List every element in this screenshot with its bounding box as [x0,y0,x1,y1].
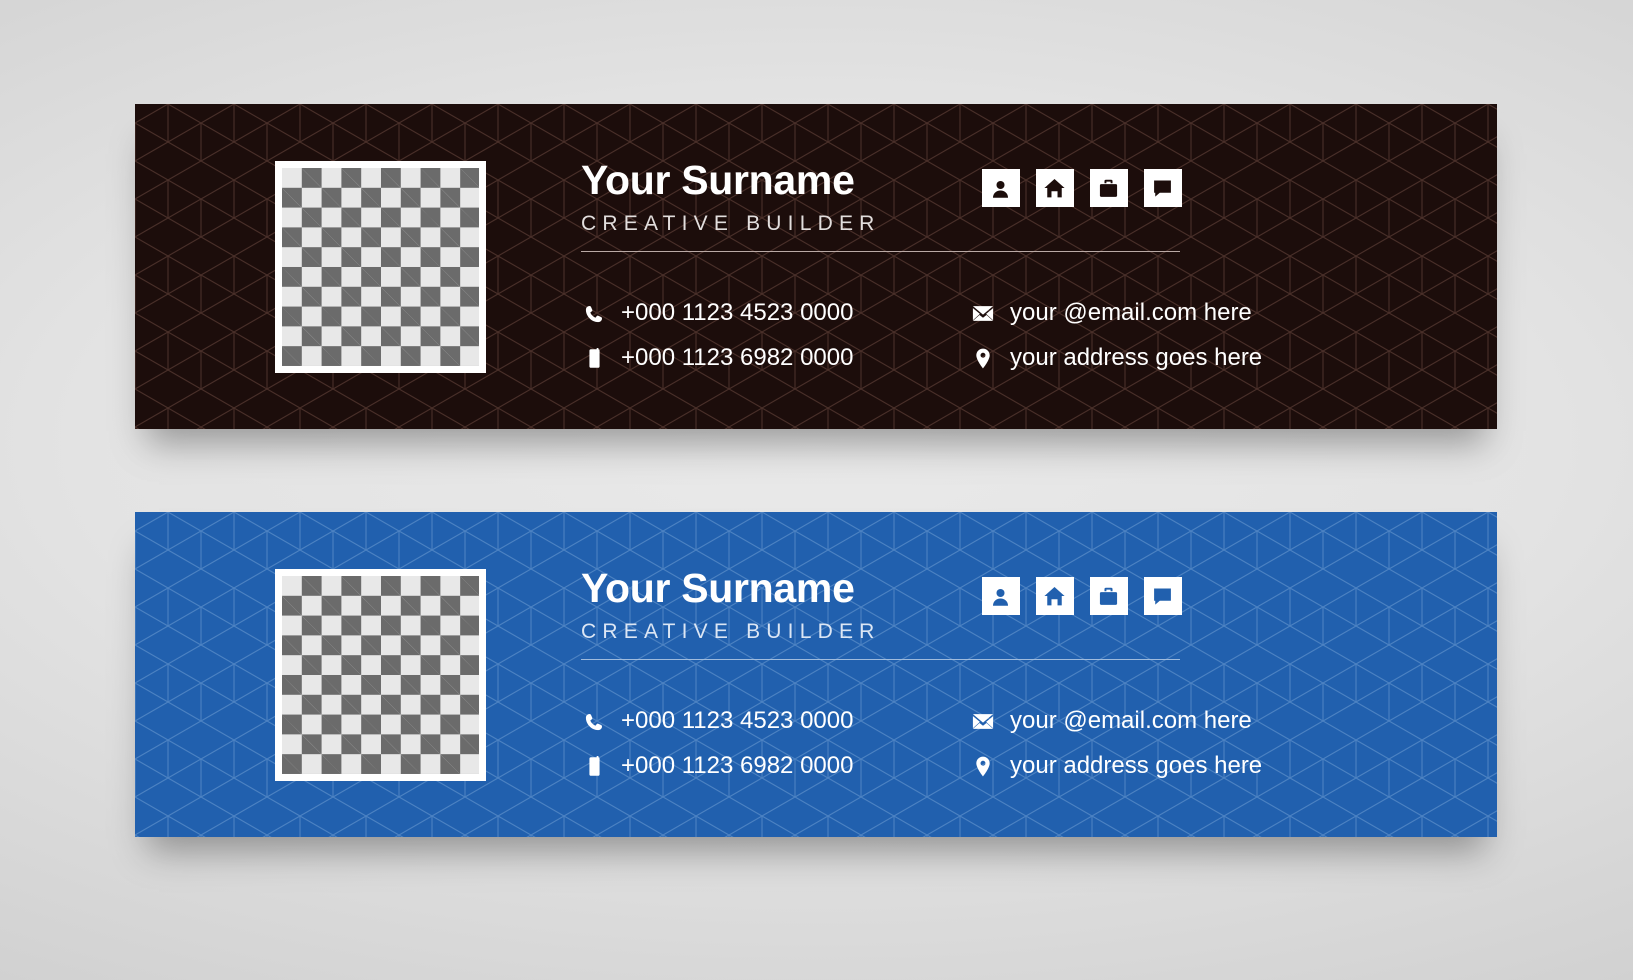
profile-photo-placeholder[interactable] [275,568,486,781]
phone-number-text: +000 1123 4523 0000 [621,299,854,327]
contact-row-mobile[interactable]: +000 1123 6982 0000 [581,752,970,781]
email-text: your @email.com here [1010,299,1252,327]
social-icon-group [981,577,1182,616]
envelope-icon [970,713,996,730]
phone-icon [581,304,607,324]
social-link-home[interactable] [1035,169,1074,208]
home-icon [1043,585,1066,607]
mobile-number-text: +000 1123 6982 0000 [621,752,854,779]
mobile-number-text: +000 1123 6982 0000 [621,344,854,371]
person-icon [990,178,1011,199]
surname-text: Your Surname [581,565,855,612]
home-icon [1043,177,1066,199]
social-icon-group [981,169,1182,208]
social-link-briefcase[interactable] [1089,577,1128,616]
social-link-person[interactable] [981,169,1020,208]
location-pin-icon [970,348,996,369]
social-link-chat[interactable] [1143,169,1182,208]
email-signature-banner-dark[interactable]: Your Surname CREATIVE BUILDER +000 1123 … [135,104,1497,429]
contact-row-address[interactable]: your address goes here [970,752,1397,781]
contact-details: +000 1123 4523 0000 +000 1123 6982 0000 [581,707,1397,781]
social-link-briefcase[interactable] [1089,169,1128,208]
contact-details: +000 1123 4523 0000 +000 1123 6982 0000 [581,299,1397,373]
email-text: your @email.com here [1010,707,1252,735]
briefcase-icon [1098,586,1119,607]
phone-icon [581,712,607,732]
design-canvas: Your Surname CREATIVE BUILDER +000 1123 … [0,0,1633,980]
envelope-icon [970,305,996,322]
surname-text: Your Surname [581,157,855,204]
address-text: your address goes here [1010,752,1263,779]
contact-row-mobile[interactable]: +000 1123 6982 0000 [581,344,970,373]
email-signature-banner-blue[interactable]: Your Surname CREATIVE BUILDER +000 1123 … [135,512,1497,837]
mobile-icon [581,755,607,777]
contact-row-phone[interactable]: +000 1123 4523 0000 [581,707,970,736]
contact-row-email[interactable]: your @email.com here [970,299,1397,328]
briefcase-icon [1098,178,1119,199]
contact-row-phone[interactable]: +000 1123 4523 0000 [581,299,970,328]
identity-block: Your Surname CREATIVE BUILDER [581,160,881,236]
contact-row-address[interactable]: your address goes here [970,344,1397,373]
phone-number-text: +000 1123 4523 0000 [621,707,854,735]
social-link-person[interactable] [981,577,1020,616]
contact-row-email[interactable]: your @email.com here [970,707,1397,736]
role-text: CREATIVE BUILDER [581,212,881,236]
social-link-chat[interactable] [1143,577,1182,616]
social-link-home[interactable] [1035,577,1074,616]
person-icon [990,586,1011,607]
location-pin-icon [970,756,996,777]
address-text: your address goes here [1010,344,1263,371]
header-divider [581,251,1180,253]
profile-photo-placeholder[interactable] [275,160,486,373]
chat-bubble-icon [1152,586,1173,607]
header-divider [581,659,1180,661]
identity-block: Your Surname CREATIVE BUILDER [581,568,881,644]
role-text: CREATIVE BUILDER [581,620,881,644]
chat-bubble-icon [1152,178,1173,199]
mobile-icon [581,347,607,369]
